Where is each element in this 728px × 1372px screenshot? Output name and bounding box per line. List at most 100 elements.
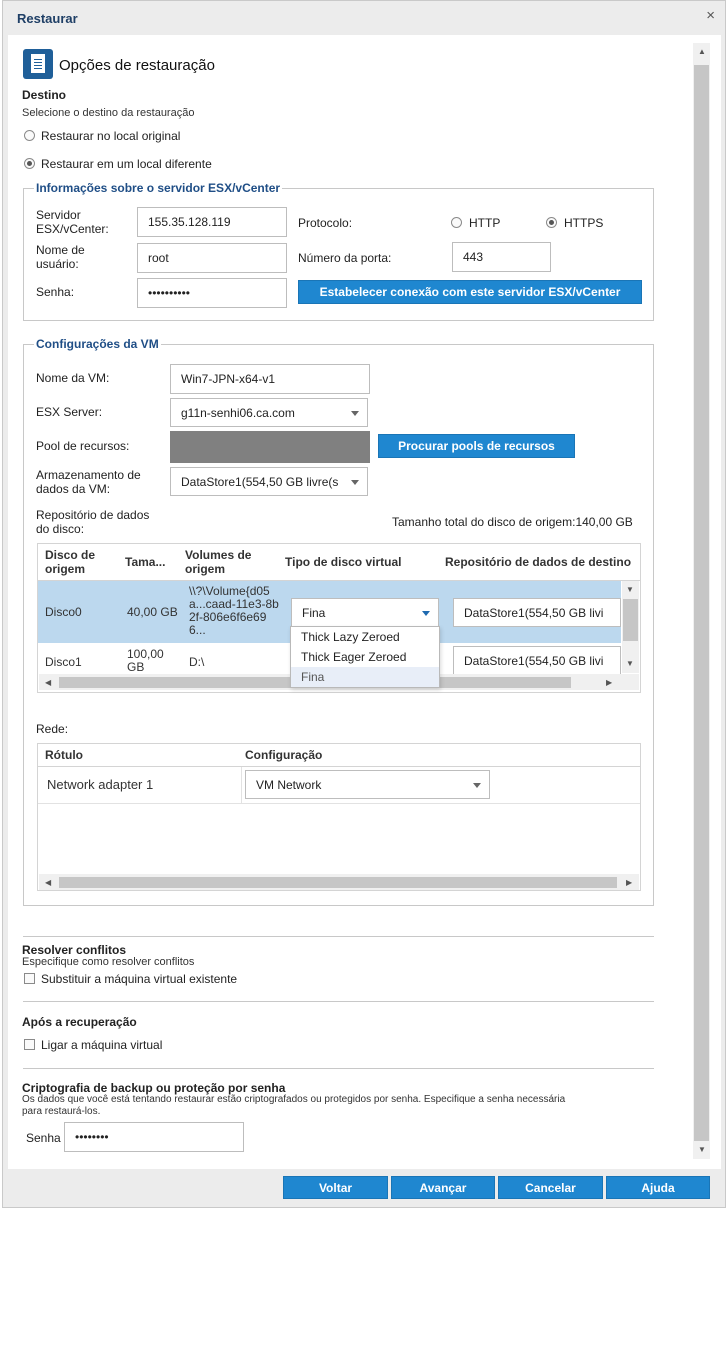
user-label-2: usuário: (36, 257, 79, 271)
disk-type-select[interactable]: Fina (291, 598, 439, 627)
dropdown-option-thick-eager[interactable]: Thick Eager Zeroed (291, 647, 439, 667)
port-input[interactable]: 443 (452, 242, 551, 272)
server-label-2: ESX/vCenter: (36, 222, 109, 236)
dropdown-option-thin[interactable]: Fina (291, 667, 439, 687)
radio-http[interactable] (451, 217, 462, 228)
connect-server-button[interactable]: Estabelecer conexão com este servidor ES… (298, 280, 642, 304)
content-panel: Opções de restauração Destino Selecione … (8, 35, 721, 1169)
divider (23, 1001, 654, 1002)
after-recovery-title: Após a recuperação (22, 1015, 137, 1029)
table-row[interactable]: Network adapter 1 VM Network (38, 767, 640, 804)
col-source-volumes: Volumes de origem (185, 548, 252, 576)
disk-size: 100,00 GB (127, 647, 164, 674)
dialog-title: Restaurar (17, 11, 78, 26)
back-button[interactable]: Voltar (283, 1176, 388, 1199)
scroll-up-icon[interactable]: ▲ (698, 47, 706, 56)
close-icon[interactable]: × (706, 7, 715, 24)
adapter-label: Network adapter 1 (47, 777, 154, 792)
power-on-vm-checkbox[interactable] (24, 1039, 35, 1050)
col-virtual-disk-type: Tipo de disco virtual (285, 555, 402, 569)
col-size: Tama... (125, 555, 166, 569)
cancel-button[interactable]: Cancelar (498, 1176, 603, 1199)
encryption-title: Criptografia de backup ou proteção por s… (22, 1081, 286, 1095)
title-bar: Restaurar × (3, 1, 725, 35)
encryption-hint-2: para restaurá-los. (22, 1106, 101, 1117)
network-config-value: VM Network (256, 777, 322, 792)
radio-https[interactable] (546, 217, 557, 228)
vm-storage-select[interactable]: DataStore1(554,50 GB livre(s (170, 467, 368, 496)
col-target-datastore: Repositório de dados de destino (445, 555, 632, 569)
disk-volume: D:\ (189, 655, 205, 669)
password-label: Senha: (36, 285, 75, 299)
server-label-1: Servidor (36, 208, 81, 222)
user-label-1: Nome de (36, 243, 85, 257)
esx-server-select[interactable]: g11n-senhi06.ca.com (170, 398, 368, 427)
restore-dialog: Restaurar × Opções de restauração Destin… (2, 0, 726, 1208)
username-input[interactable]: root (137, 243, 287, 273)
protocol-label: Protocolo: (298, 216, 353, 230)
disk-table-vscroll[interactable]: ▼ ▼ (622, 581, 639, 673)
radio-original-label: Restaurar no local original (41, 129, 181, 143)
conflicts-title: Resolver conflitos (22, 943, 127, 957)
chevron-down-icon (351, 410, 359, 416)
network-config-select[interactable]: VM Network (245, 770, 490, 799)
browse-resource-pools-button[interactable]: Procurar pools de recursos (378, 434, 575, 458)
disk-type-dropdown-list: Thick Lazy Zeroed Thick Eager Zeroed Fin… (290, 626, 440, 688)
power-on-vm-label: Ligar a máquina virtual (41, 1038, 163, 1052)
esx-server-label: ESX Server: (36, 405, 103, 419)
vm-storage-label-2: dados da VM: (36, 482, 111, 496)
encryption-hint-1: Os dados que você está tentando restaura… (22, 1094, 566, 1105)
server-input[interactable]: 155.35.128.119 (137, 207, 287, 237)
dropdown-option-thick-lazy[interactable]: Thick Lazy Zeroed (291, 627, 439, 647)
disk-size: 40,00 GB (127, 605, 178, 619)
disk-repo-label-1: Repositório de dados (36, 508, 150, 522)
column-divider (241, 767, 242, 803)
scroll-thumb[interactable] (623, 599, 638, 641)
scroll-thumb[interactable] (694, 65, 709, 1141)
esx-server-value: g11n-senhi06.ca.com (181, 405, 295, 420)
password-input[interactable]: •••••••••• (137, 278, 287, 308)
destination-hint: Selecione o destino da restauração (22, 107, 195, 119)
chevron-down-icon (351, 479, 359, 485)
main-vscroll[interactable]: ▲ ▼ (693, 43, 710, 1159)
scroll-right-icon[interactable]: ▶ (606, 678, 612, 687)
target-datastore-value: DataStore1(554,50 GB livi (464, 653, 604, 668)
https-label: HTTPS (564, 216, 604, 230)
scroll-down-icon[interactable]: ▼ (698, 1145, 706, 1154)
encryption-password-label: Senha (26, 1131, 61, 1145)
server-info-legend: Informações sobre o servidor ESX/vCenter (34, 181, 283, 195)
radio-original-location[interactable] (24, 130, 35, 141)
scroll-left-icon[interactable]: ◀ (45, 878, 51, 887)
scroll-down-icon[interactable]: ▼ (626, 585, 634, 594)
disk-name: Disco1 (45, 655, 82, 669)
network-table-header: Rótulo Configuração (38, 744, 640, 767)
disk-repo-label-2: do disco: (36, 522, 85, 536)
help-button[interactable]: Ajuda (606, 1176, 710, 1199)
radio-different-location[interactable] (24, 158, 35, 169)
overwrite-vm-checkbox[interactable] (24, 973, 35, 984)
scroll-right-icon[interactable]: ▶ (626, 878, 632, 887)
divider (23, 1068, 654, 1069)
overwrite-vm-label: Substituir a máquina virtual existente (41, 972, 238, 986)
restore-options-icon (23, 49, 53, 79)
total-disk-size: Tamanho total do disco de origem:140,00 … (392, 515, 633, 529)
vm-storage-value: DataStore1(554,50 GB livre(s (181, 474, 339, 489)
network-table: Rótulo Configuração Network adapter 1 VM… (37, 743, 641, 891)
vm-name-input[interactable]: Win7-JPN-x64-v1 (170, 364, 370, 394)
network-table-hscroll[interactable]: ◀ ▶ (39, 874, 639, 890)
port-label: Número da porta: (298, 251, 392, 265)
vm-name-label: Nome da VM: (36, 371, 110, 385)
target-datastore-select[interactable]: DataStore1(554,50 GB livi (453, 598, 621, 627)
scroll-down-icon[interactable]: ▼ (626, 659, 634, 668)
resource-pool-field[interactable] (170, 431, 370, 463)
vm-storage-label-1: Armazenamento de (36, 468, 141, 482)
http-label: HTTP (469, 216, 501, 230)
next-button[interactable]: Avançar (391, 1176, 495, 1199)
destination-label: Destino (22, 88, 67, 102)
chevron-down-icon (422, 610, 430, 616)
encryption-password-input[interactable]: •••••••• (64, 1122, 244, 1152)
target-datastore-select[interactable]: DataStore1(554,50 GB livi (453, 646, 621, 675)
scroll-left-icon[interactable]: ◀ (45, 678, 51, 687)
col-source-disk: Disco de origem (45, 548, 96, 576)
scroll-thumb[interactable] (59, 877, 617, 888)
